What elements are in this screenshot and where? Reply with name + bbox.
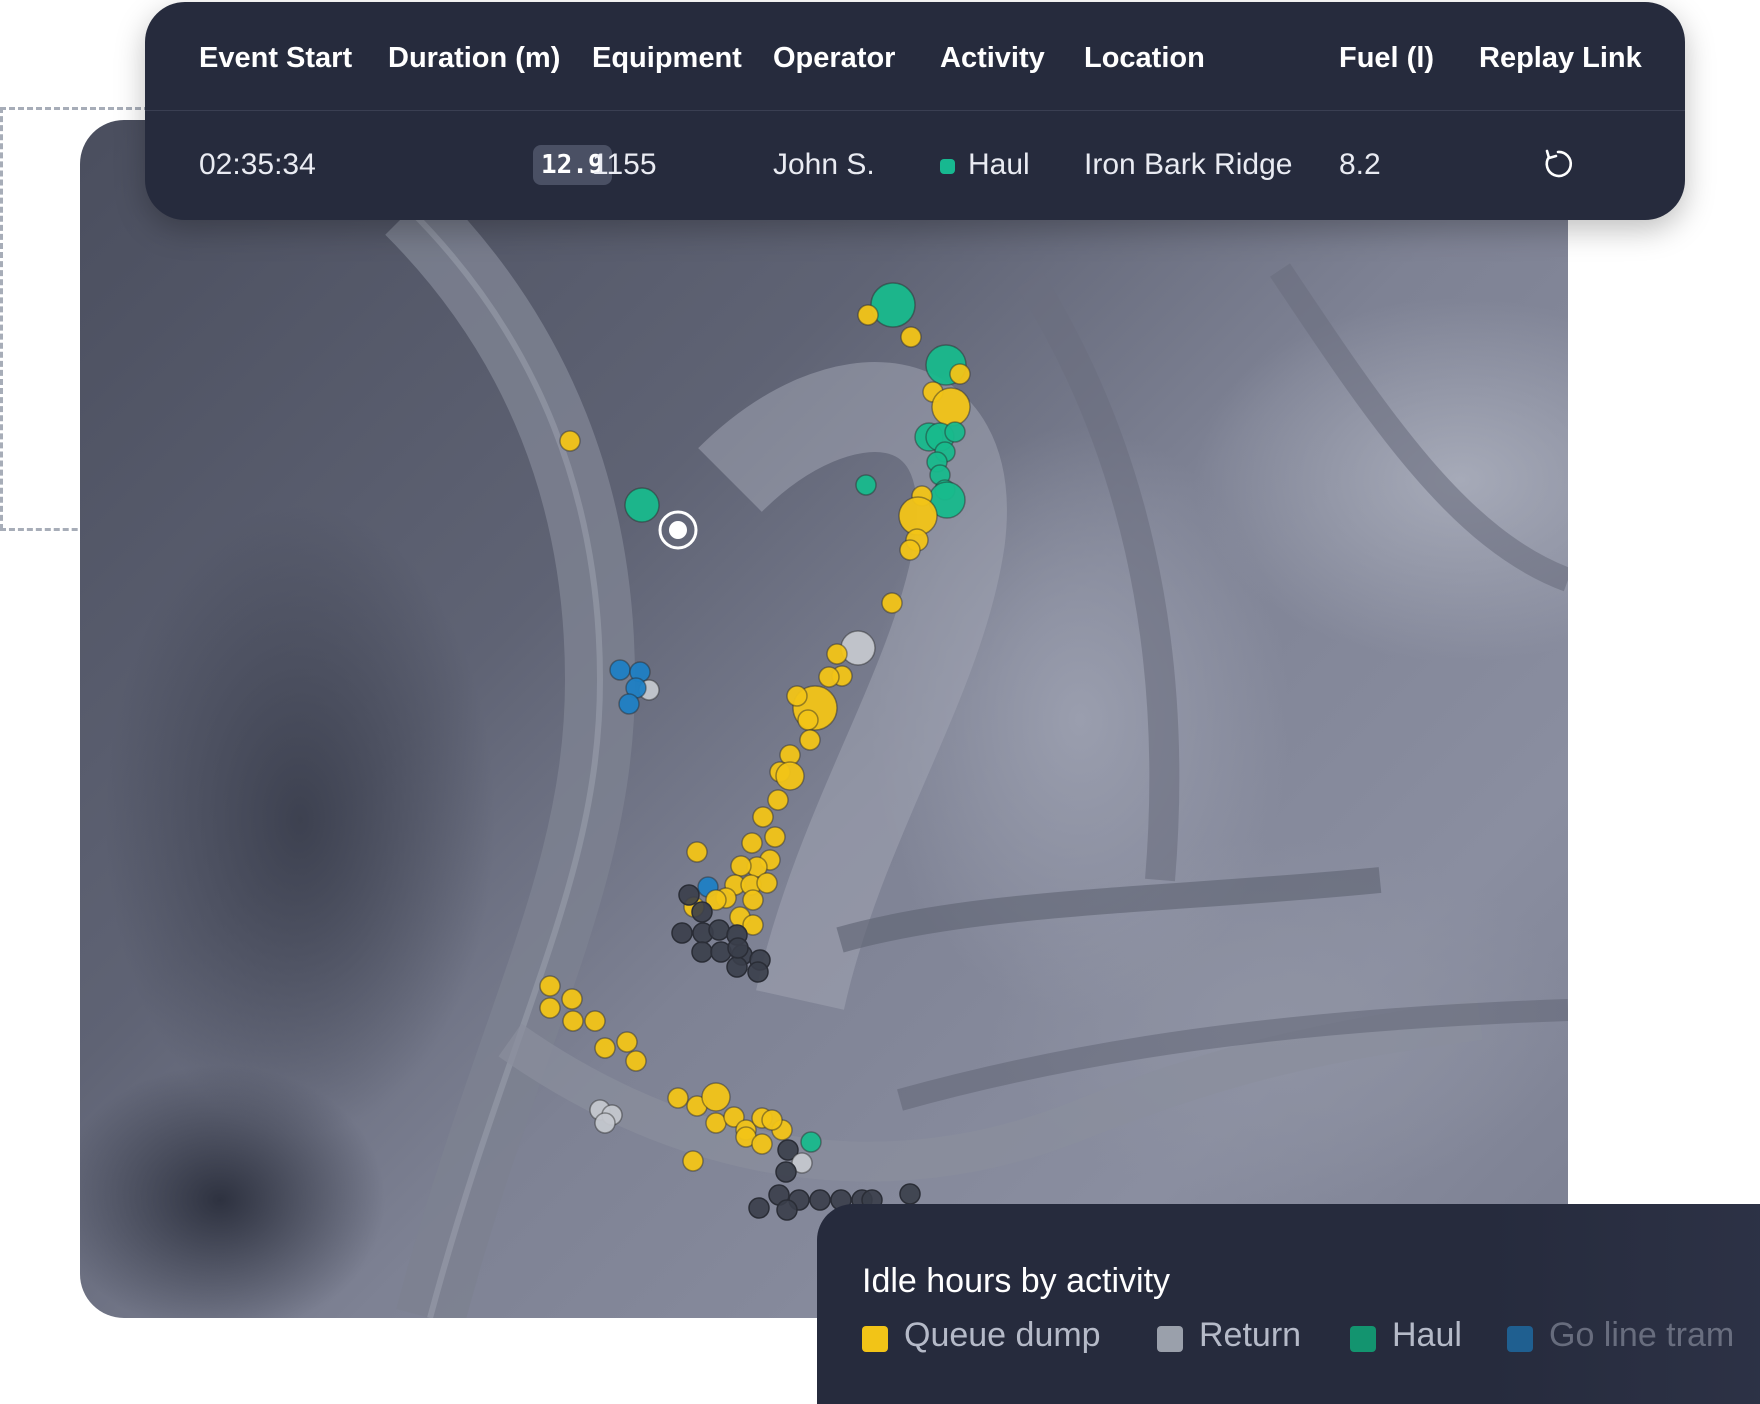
cell-equipment: 1155 xyxy=(592,148,657,181)
idle-event-dot[interactable] xyxy=(701,1082,731,1112)
idle-event-dot[interactable] xyxy=(881,592,903,614)
idle-event-dot[interactable] xyxy=(562,1010,584,1032)
header-duration[interactable]: Duration (m) xyxy=(388,42,560,75)
idle-event-dot[interactable] xyxy=(539,975,561,997)
idle-event-dot[interactable] xyxy=(809,1189,831,1211)
idle-event-dot[interactable] xyxy=(671,922,693,944)
idle-event-dot[interactable] xyxy=(949,363,971,385)
idle-event-dot[interactable] xyxy=(775,761,805,791)
idle-event-dot[interactable] xyxy=(764,826,786,848)
header-operator[interactable]: Operator xyxy=(773,42,895,75)
idle-event-dot[interactable] xyxy=(797,709,819,731)
legend-title: Idle hours by activity xyxy=(862,1262,1171,1300)
idle-event-dot[interactable] xyxy=(686,841,708,863)
legend-label: Queue dump xyxy=(904,1316,1101,1354)
idle-event-dot[interactable] xyxy=(609,659,631,681)
idle-event-dot[interactable] xyxy=(618,693,640,715)
idle-event-dot[interactable] xyxy=(730,855,752,877)
idle-event-dot[interactable] xyxy=(931,387,971,427)
header-activity[interactable]: Activity xyxy=(940,42,1045,75)
idle-event-dot[interactable] xyxy=(899,1183,921,1205)
idle-event-dot[interactable] xyxy=(900,326,922,348)
lower-road xyxy=(498,1000,1483,1182)
table-header-row xyxy=(145,2,1685,111)
selected-location-marker xyxy=(658,510,698,550)
idle-event-dot[interactable] xyxy=(752,806,774,828)
connector-line-vertical xyxy=(0,107,3,530)
legend-label: Return xyxy=(1199,1316,1302,1354)
idle-event-dot[interactable] xyxy=(855,474,877,496)
legend-swatch xyxy=(862,1326,888,1352)
event-table-card: Event Start Duration (m) Equipment Opera… xyxy=(145,2,1685,220)
idle-event-dot[interactable] xyxy=(857,304,879,326)
idle-event-dot[interactable] xyxy=(786,685,808,707)
idle-event-dot[interactable] xyxy=(594,1037,616,1059)
idle-event-dot[interactable] xyxy=(870,282,916,328)
idle-event-dot[interactable] xyxy=(741,832,763,854)
cell-activity: Haul xyxy=(968,148,1030,181)
cell-fuel: 8.2 xyxy=(1339,148,1381,181)
idle-event-dot[interactable] xyxy=(727,937,749,959)
header-event-start[interactable]: Event Start xyxy=(199,42,352,75)
header-equipment[interactable]: Equipment xyxy=(592,42,742,75)
replay-icon[interactable] xyxy=(1542,148,1574,180)
legend-swatch xyxy=(1157,1326,1183,1352)
idle-event-dot[interactable] xyxy=(944,421,966,443)
header-fuel[interactable]: Fuel (l) xyxy=(1339,42,1434,75)
activity-color-dot xyxy=(940,159,955,174)
idle-event-dot[interactable] xyxy=(561,988,583,1010)
legend-label: Go line tram xyxy=(1549,1316,1735,1354)
idle-event-dot[interactable] xyxy=(761,1109,783,1131)
idle-event-dot[interactable] xyxy=(751,1133,773,1155)
idle-event-dot[interactable] xyxy=(667,1087,689,1109)
idle-event-dot[interactable] xyxy=(705,1112,727,1134)
cell-event-start: 02:35:34 xyxy=(199,148,316,181)
idle-event-dot[interactable] xyxy=(616,1031,638,1053)
idle-event-dot[interactable] xyxy=(899,539,921,561)
haul-road xyxy=(385,185,636,1318)
idle-event-dot[interactable] xyxy=(767,789,789,811)
idle-event-dot[interactable] xyxy=(747,961,769,983)
legend-card: Idle hours by activity Queue dump Return… xyxy=(817,1204,1760,1404)
idle-event-dot[interactable] xyxy=(594,1112,616,1134)
idle-event-dot[interactable] xyxy=(756,872,778,894)
idle-event-dot[interactable] xyxy=(840,630,876,666)
legend-label: Haul xyxy=(1392,1316,1462,1354)
header-replay-link[interactable]: Replay Link xyxy=(1479,42,1642,75)
cell-operator: John S. xyxy=(773,148,875,181)
header-location[interactable]: Location xyxy=(1084,42,1205,75)
idle-event-dot[interactable] xyxy=(691,941,713,963)
idle-event-dot[interactable] xyxy=(559,430,581,452)
idle-event-dot[interactable] xyxy=(678,884,700,906)
idle-event-dot[interactable] xyxy=(776,1199,798,1221)
idle-event-dot[interactable] xyxy=(742,889,764,911)
idle-event-dot[interactable] xyxy=(682,1150,704,1172)
connector-line-top xyxy=(0,107,150,110)
idle-event-dot[interactable] xyxy=(800,1131,822,1153)
legend-swatch xyxy=(1350,1326,1376,1352)
satellite-map[interactable] xyxy=(80,120,1568,1318)
legend-swatch xyxy=(1507,1326,1533,1352)
idle-event-dot[interactable] xyxy=(624,487,660,523)
idle-event-dot[interactable] xyxy=(708,919,730,941)
map-overlay xyxy=(385,185,1568,1318)
idle-event-dot[interactable] xyxy=(748,1197,770,1219)
idle-event-dot[interactable] xyxy=(539,997,561,1019)
idle-event-dot[interactable] xyxy=(775,1161,797,1183)
idle-event-dot[interactable] xyxy=(625,1050,647,1072)
idle-event-dot[interactable] xyxy=(726,956,748,978)
idle-event-dot[interactable] xyxy=(799,729,821,751)
cell-location: Iron Bark Ridge xyxy=(1084,148,1293,181)
idle-event-dot[interactable] xyxy=(584,1010,606,1032)
idle-event-dot[interactable] xyxy=(818,666,840,688)
idle-event-dot[interactable] xyxy=(826,643,848,665)
idle-event-dot[interactable] xyxy=(691,901,713,923)
